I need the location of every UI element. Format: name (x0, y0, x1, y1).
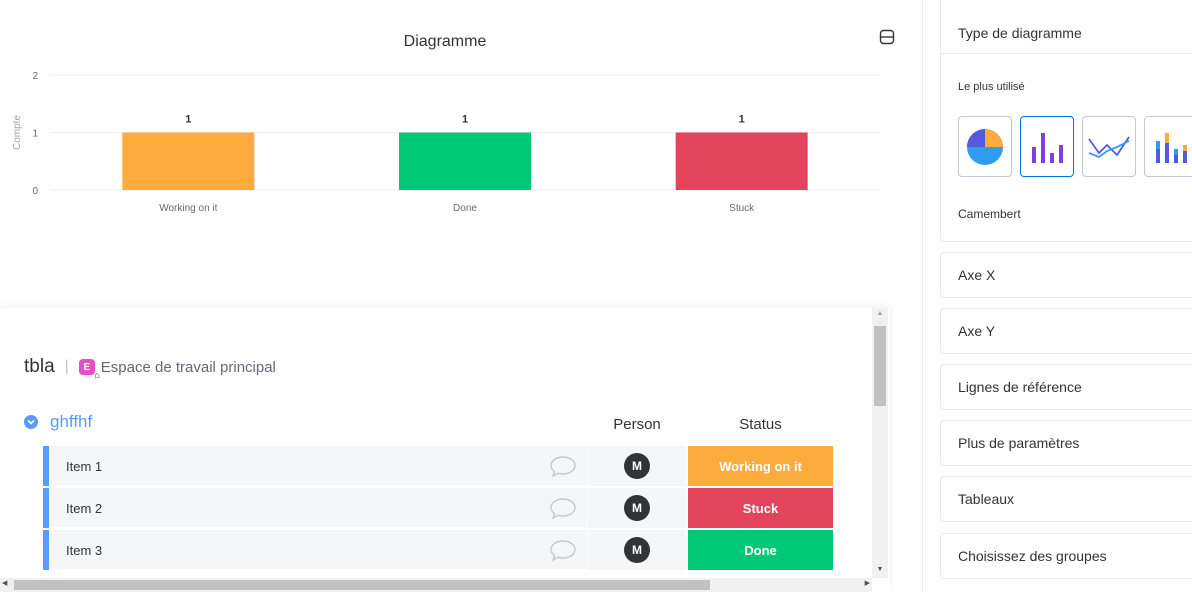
column-header-status[interactable]: Status (688, 416, 833, 433)
divider (941, 53, 1192, 54)
chart-bar (675, 132, 808, 190)
scroll-down-arrow-icon[interactable]: ▼ (872, 566, 888, 578)
horizontal-scroll-thumb[interactable] (14, 580, 710, 590)
table-row[interactable]: Item 1 M Working on it (43, 446, 833, 486)
y-axis-label: Compte (12, 115, 23, 150)
workspace-icon: E ⌂ (78, 359, 100, 380)
table-row[interactable]: Item 3 M Done (43, 530, 833, 570)
chart-type-name: Camembert (958, 207, 1021, 221)
x-tick-label: Stuck (729, 203, 755, 214)
item-name-cell[interactable]: Item 2 (49, 488, 587, 528)
board-separator: | (64, 358, 69, 375)
board-name[interactable]: tbla (24, 356, 55, 378)
bar-chart: 0 1 2 Compte 1 Working on it 1 Done 1 Stuck (12, 71, 880, 214)
board-header: tbla | E ⌂ Espace de travail principal (24, 356, 276, 380)
settings-section-label: Lignes de référence (958, 379, 1082, 395)
chart-type-bar-button[interactable] (1020, 116, 1074, 177)
pie-chart-icon (967, 128, 1003, 165)
workspace-name[interactable]: Espace de travail principal (101, 359, 276, 376)
chevron-down-icon[interactable] (24, 415, 38, 429)
group-name[interactable]: ghffhf (50, 412, 92, 432)
chart-type-section: Type de diagramme Le plus utilisé Camemb… (940, 0, 1192, 242)
column-header-person[interactable]: Person (588, 416, 686, 433)
workspace-badge: E (83, 361, 91, 373)
table-row[interactable]: Item 2 M Stuck (43, 488, 833, 528)
settings-section-label: Tableaux (958, 491, 1015, 507)
settings-section-label: Axe X (958, 267, 996, 283)
settings-section[interactable]: Tableaux (940, 476, 1192, 522)
vertical-scroll-thumb[interactable] (874, 326, 886, 406)
settings-section[interactable]: Choisissez des groupes (940, 533, 1192, 579)
item-name[interactable]: Item 1 (66, 459, 102, 474)
y-tick-label: 0 (32, 186, 38, 197)
chat-bubble-icon[interactable] (549, 496, 577, 520)
settings-section[interactable]: Axe X (940, 252, 1192, 298)
x-tick-label: Done (453, 203, 477, 214)
chart-title: Diagramme (403, 33, 487, 50)
settings-section-label: Axe Y (958, 323, 996, 339)
chart-bar (122, 132, 255, 190)
horizontal-scrollbar[interactable]: ◀ ▶ (0, 578, 872, 592)
x-tick-label: Working on it (159, 203, 217, 214)
chart-type-title[interactable]: Type de diagramme (958, 25, 1082, 41)
avatar[interactable]: M (624, 495, 650, 521)
home-icon: ⌂ (94, 370, 100, 380)
person-cell[interactable]: M (588, 530, 686, 570)
scroll-right-arrow-icon[interactable]: ▶ (865, 579, 870, 587)
status-badge[interactable]: Working on it (688, 446, 833, 486)
bar-chart-icon (1032, 132, 1063, 163)
settings-section-label: Plus de paramètres (958, 435, 1080, 451)
chart-type-pie-button[interactable] (958, 116, 1012, 177)
collapse-icon[interactable] (878, 28, 896, 46)
bar-value-label: 1 (739, 114, 745, 126)
y-tick-label: 1 (32, 129, 38, 140)
item-name[interactable]: Item 3 (66, 543, 102, 558)
chat-bubble-icon[interactable] (549, 454, 577, 478)
y-tick-label: 2 (32, 71, 38, 82)
board-table-widget: tbla | E ⌂ Espace de travail principal g… (0, 308, 890, 592)
item-name[interactable]: Item 2 (66, 501, 102, 516)
scroll-up-arrow-icon[interactable]: ▲ (872, 310, 888, 322)
chart-bar (399, 132, 531, 190)
panel-divider (922, 0, 923, 592)
most-used-label: Le plus utilisé (958, 81, 1025, 93)
person-cell[interactable]: M (588, 488, 686, 528)
line-chart-icon (1088, 136, 1130, 158)
scroll-left-arrow-icon[interactable]: ◀ (2, 579, 7, 587)
person-cell[interactable]: M (588, 446, 686, 486)
bar-value-label: 1 (185, 114, 191, 126)
chart-type-stacked-bar-button[interactable] (1144, 116, 1192, 177)
chat-bubble-icon[interactable] (549, 538, 577, 562)
item-name-cell[interactable]: Item 3 (49, 530, 587, 570)
avatar[interactable]: M (624, 453, 650, 479)
group-header: ghffhf (24, 412, 92, 432)
avatar[interactable]: M (624, 537, 650, 563)
stacked-bar-chart-icon (1156, 132, 1187, 163)
dashboard-app: Diagramme 0 1 2 Compte 1 Working on it 1 Done 1 S… (0, 0, 1192, 592)
settings-section-label: Choisissez des groupes (958, 548, 1107, 564)
status-badge[interactable]: Stuck (688, 488, 833, 528)
vertical-scrollbar[interactable]: ▲ ▼ (872, 308, 888, 578)
status-badge[interactable]: Done (688, 530, 833, 570)
settings-section[interactable]: Axe Y (940, 308, 1192, 354)
chart-type-line-button[interactable] (1082, 116, 1136, 177)
chart-widget: Diagramme 0 1 2 Compte 1 Working on it 1 Done 1 S… (0, 0, 910, 300)
item-name-cell[interactable]: Item 1 (49, 446, 587, 486)
settings-section[interactable]: Lignes de référence (940, 364, 1192, 410)
bar-value-label: 1 (462, 114, 468, 126)
settings-section[interactable]: Plus de paramètres (940, 420, 1192, 466)
